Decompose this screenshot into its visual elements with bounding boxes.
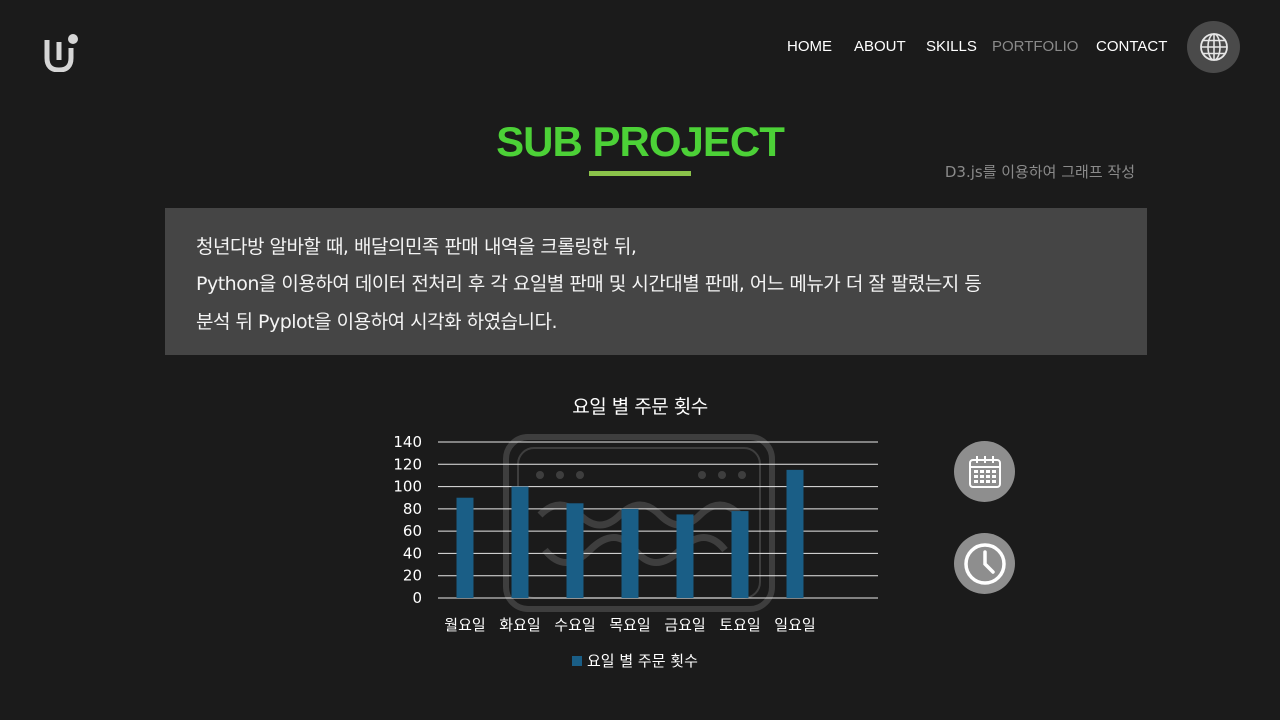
y-tick-label: 80 [403, 500, 422, 518]
legend-swatch [572, 656, 582, 666]
calendar-icon [968, 455, 1001, 488]
language-button[interactable] [1187, 21, 1240, 73]
y-tick-label: 40 [403, 544, 422, 562]
y-tick-label: 100 [393, 478, 422, 496]
logo[interactable] [42, 30, 80, 73]
globe-icon [1199, 33, 1228, 61]
chart-title: 요일 별 주문 횟수 [572, 396, 708, 418]
hourly-chart-button[interactable] [954, 533, 1015, 594]
u-hook-logo-icon [44, 34, 78, 73]
watermark-star [556, 471, 564, 479]
watermark-star [536, 471, 544, 479]
clock-icon [963, 542, 1006, 585]
x-tick-label: 화요일 [499, 616, 540, 634]
bar [786, 469, 804, 598]
nav-skills[interactable]: SKILLS [926, 38, 977, 55]
legend-label: 요일 별 주문 횟수 [587, 652, 698, 670]
watermark-star [718, 471, 726, 479]
x-tick-label: 토요일 [719, 616, 760, 634]
nav-about[interactable]: ABOUT [854, 38, 906, 55]
section-title: SUB PROJECT [496, 118, 785, 165]
bar [456, 497, 474, 598]
nav-portfolio[interactable]: PORTFOLIO [992, 38, 1078, 55]
title-underline [589, 171, 691, 176]
x-tick-label: 수요일 [554, 616, 595, 634]
y-tick-label: 140 [393, 433, 422, 451]
x-tick-label: 목요일 [609, 616, 650, 634]
bar [731, 511, 749, 598]
description-line: 분석 뒤 Pyplot을 이용하여 시각화 하였습니다. [196, 311, 558, 333]
y-tick-label: 0 [412, 589, 422, 607]
y-tick-label: 60 [403, 522, 422, 540]
description-line: Python을 이용하여 데이터 전처리 후 각 요일별 판매 및 시간대별 판… [196, 273, 982, 295]
bar [621, 508, 639, 598]
bar-chart: 0 20 40 60 80 100 120 140 월요일 화요일 수요일 목요일 금요일 토요일 일요일요… [393, 433, 878, 670]
section-caption: D3.js를 이용하여 그래프 작성 [944, 163, 1135, 181]
x-tick-label: 월요일 [444, 616, 485, 634]
x-tick-label: 일요일 [774, 616, 815, 634]
watermark-star [738, 471, 746, 479]
watermark-star [698, 471, 706, 479]
y-tick-label: 20 [403, 567, 422, 585]
watermark-star [576, 471, 584, 479]
bar [511, 486, 529, 598]
y-tick-label: 120 [393, 455, 422, 473]
nav-contact[interactable]: CONTACT [1096, 38, 1167, 55]
weekday-chart-button[interactable] [954, 441, 1015, 502]
x-tick-label: 금요일 [664, 616, 705, 634]
description-line: 청년다방 알바할 때, 배달의민족 판매 내역을 크롤링한 뒤, [196, 236, 637, 258]
description-panel: 청년다방 알바할 때, 배달의민족 판매 내역을 크롤링한 뒤, Python을… [165, 208, 1147, 355]
bar [676, 514, 694, 598]
bar [566, 503, 584, 598]
nav-home[interactable]: HOME [787, 38, 832, 55]
